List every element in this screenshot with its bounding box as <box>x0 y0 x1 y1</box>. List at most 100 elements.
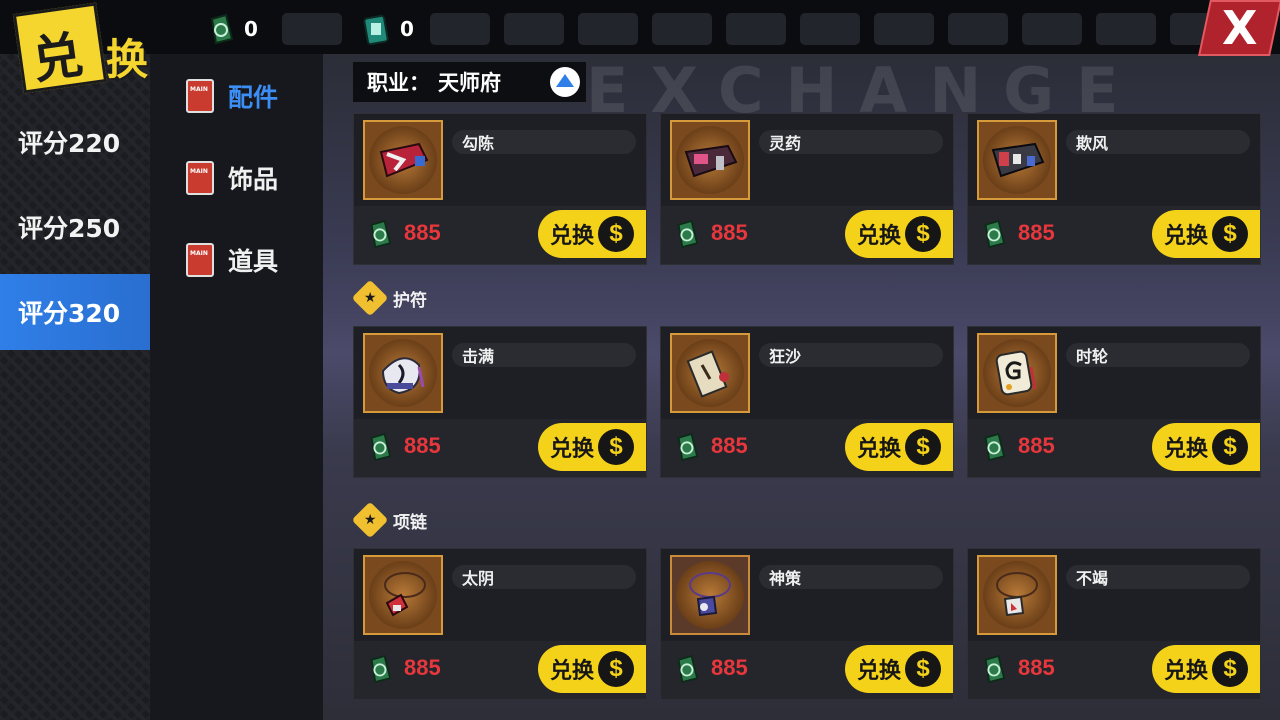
category-tab-items[interactable]: 道具 <box>186 238 278 282</box>
exchange-title-logo: 兑 换 <box>12 2 172 94</box>
star-icon: ★ <box>351 501 389 539</box>
chevron-up-icon[interactable] <box>550 67 580 97</box>
item-price-bar: 885 兑换 $ <box>354 641 646 699</box>
section-header-necklace: ★ 项链 <box>351 501 427 539</box>
empty-slot <box>282 13 342 45</box>
exchange-button[interactable]: 兑换 $ <box>1152 645 1260 693</box>
item-price-bar: 885 兑换 $ <box>968 419 1260 477</box>
empty-slot <box>430 13 490 45</box>
empty-slot <box>578 13 638 45</box>
currency-1[interactable]: 0 <box>206 10 258 48</box>
item-price: 885 <box>711 655 748 680</box>
item-name: 狂沙 <box>759 343 943 367</box>
dollar-icon: $ <box>905 216 942 252</box>
title-part1: 兑 <box>28 24 87 91</box>
item-icon-frame <box>977 555 1057 635</box>
green-token-icon <box>370 432 392 462</box>
item-price: 885 <box>1018 220 1055 245</box>
dollar-icon: $ <box>1212 651 1249 687</box>
item-icon-frame <box>977 120 1057 200</box>
exchange-button-label: 兑换 <box>1164 659 1209 684</box>
item-icon-frame <box>670 333 750 413</box>
item-price-bar: 885 兑换 $ <box>354 206 646 264</box>
exchange-button[interactable]: 兑换 $ <box>845 423 953 471</box>
item-card[interactable]: 击满 885 兑换 $ <box>353 326 647 478</box>
item-card[interactable]: 灵药 885 兑换 $ <box>660 113 954 265</box>
rating-tab-220[interactable]: 评分220 <box>0 104 150 180</box>
teal-ticket-icon <box>363 14 389 45</box>
close-button[interactable]: X <box>1198 0 1280 56</box>
dollar-icon: $ <box>598 651 635 687</box>
item-card[interactable]: 神策 885 兑换 $ <box>660 548 954 700</box>
exchange-button-label: 兑换 <box>550 437 595 462</box>
currency-1-value: 0 <box>244 17 258 41</box>
exchange-button[interactable]: 兑换 $ <box>1152 423 1260 471</box>
exchange-button-label: 兑换 <box>1164 224 1209 249</box>
item-card[interactable]: 欺风 885 兑换 $ <box>967 113 1261 265</box>
purple-bracelet-icon <box>684 144 738 178</box>
item-price: 885 <box>1018 655 1055 680</box>
dark-bracelet-icon <box>991 142 1045 178</box>
item-card[interactable]: 太阴 885 兑换 $ <box>353 548 647 700</box>
section-title: 护符 <box>393 290 427 311</box>
item-icon-frame <box>977 333 1057 413</box>
red-pendant-icon <box>384 572 426 617</box>
item-price-bar: 885 兑换 $ <box>354 419 646 477</box>
section-title: 项链 <box>393 512 427 533</box>
talisman-bag-icon <box>381 357 425 395</box>
paper-talisman-icon <box>686 350 729 398</box>
red-bracelet-icon <box>379 142 429 178</box>
item-icon-frame <box>670 120 750 200</box>
dollar-icon: $ <box>905 429 942 465</box>
empty-slot <box>1096 13 1156 45</box>
item-price: 885 <box>711 433 748 458</box>
exchange-button[interactable]: 兑换 $ <box>845 210 953 258</box>
currency-2[interactable]: 0 <box>362 10 414 48</box>
rating-tab-250[interactable]: 评分250 <box>0 189 150 265</box>
green-token-icon <box>370 219 392 249</box>
category-column: 配件 饰品 道具 <box>150 54 323 720</box>
dollar-icon: $ <box>1212 216 1249 252</box>
exchange-button[interactable]: 兑换 $ <box>538 645 646 693</box>
empty-slot <box>1022 13 1082 45</box>
item-card[interactable]: 勾陈 885 兑换 $ <box>353 113 647 265</box>
exchange-button-label: 兑换 <box>857 437 902 462</box>
item-name: 勾陈 <box>452 130 636 154</box>
item-name: 不竭 <box>1066 565 1250 589</box>
exchange-button[interactable]: 兑换 $ <box>538 423 646 471</box>
rating-rail: 评分220 评分250 评分320 <box>0 54 150 720</box>
item-grid-area[interactable]: EXCHANGE 职业： 天师府 勾陈 885 兑换 $ 灵药 885 兑换 $… <box>323 54 1280 720</box>
item-name: 太阴 <box>452 565 636 589</box>
job-filter-dropdown[interactable]: 职业： 天师府 <box>353 62 586 102</box>
exchange-button[interactable]: 兑换 $ <box>1152 210 1260 258</box>
section-header-amulet: ★ 护符 <box>351 279 427 317</box>
green-token-icon <box>210 13 234 45</box>
green-token-icon <box>984 432 1006 462</box>
empty-slot <box>652 13 712 45</box>
green-token-icon <box>984 219 1006 249</box>
item-icon-frame <box>363 333 443 413</box>
item-card[interactable]: 时轮 885 兑换 $ <box>967 326 1261 478</box>
star-icon: ★ <box>351 279 389 317</box>
item-name: 击满 <box>452 343 636 367</box>
empty-slot <box>874 13 934 45</box>
category-tab-accessories[interactable]: 饰品 <box>186 156 278 200</box>
dollar-icon: $ <box>598 216 635 252</box>
main-book-icon <box>186 243 214 277</box>
dollar-icon: $ <box>1212 429 1249 465</box>
item-icon-frame <box>670 555 750 635</box>
exchange-button-label: 兑换 <box>550 224 595 249</box>
item-price-bar: 885 兑换 $ <box>661 419 953 477</box>
dollar-icon: $ <box>905 651 942 687</box>
item-card[interactable]: 狂沙 885 兑换 $ <box>660 326 954 478</box>
category-label: 道具 <box>228 247 279 276</box>
job-filter-value: 天师府 <box>438 71 501 95</box>
item-name: 时轮 <box>1066 343 1250 367</box>
exchange-button[interactable]: 兑换 $ <box>538 210 646 258</box>
green-token-icon <box>984 654 1006 684</box>
rating-tab-320[interactable]: 评分320 <box>0 274 150 350</box>
item-card[interactable]: 不竭 885 兑换 $ <box>967 548 1261 700</box>
title-part2: 换 <box>106 35 149 84</box>
category-tab-parts[interactable]: 配件 <box>186 74 278 118</box>
exchange-button[interactable]: 兑换 $ <box>845 645 953 693</box>
